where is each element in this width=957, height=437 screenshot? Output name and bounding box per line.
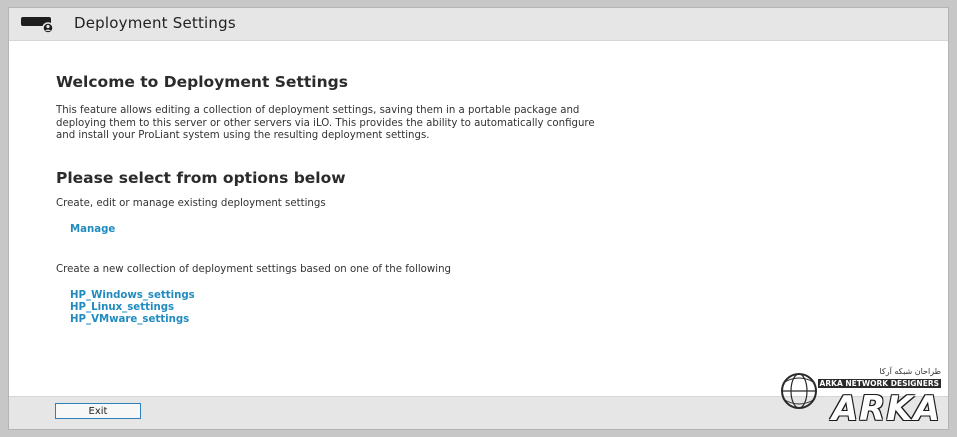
exit-button[interactable]: Exit — [55, 403, 141, 419]
create-prompt: Create a new collection of deployment se… — [56, 264, 452, 275]
template-link-windows[interactable]: HP_Windows_settings — [70, 290, 195, 301]
watermark-tagline: ARKA NETWORK DESIGNERS — [817, 379, 941, 388]
window-title: Deployment Settings — [74, 14, 236, 32]
title-bar: Deployment Settings — [9, 8, 948, 41]
main-content: Welcome to Deployment Settings This feat… — [56, 73, 676, 325]
server-user-icon — [21, 17, 54, 34]
welcome-heading: Welcome to Deployment Settings — [56, 73, 348, 91]
watermark-word: ARKA — [831, 389, 941, 429]
manage-prompt: Create, edit or manage existing deployme… — [56, 198, 326, 209]
feature-description: This feature allows editing a collection… — [56, 105, 595, 141]
template-link-linux[interactable]: HP_Linux_settings — [70, 302, 174, 313]
options-heading: Please select from options below — [56, 169, 346, 187]
template-link-vmware[interactable]: HP_VMware_settings — [70, 314, 189, 325]
manage-link[interactable]: Manage — [70, 224, 115, 235]
globe-logo-icon — [781, 373, 817, 409]
arka-watermark: طراحان شبکه آرکا ARKA NETWORK DESIGNERS … — [777, 365, 947, 431]
watermark-persian-text: طراحان شبکه آرکا — [879, 367, 941, 376]
